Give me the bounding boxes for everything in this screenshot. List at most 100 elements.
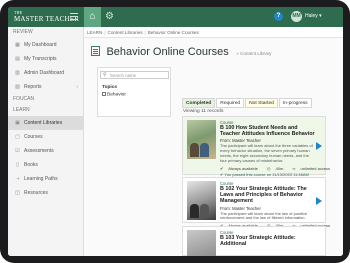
gear-icon[interactable]: ⚙ — [105, 11, 114, 23]
sidebar-item-label: Books — [24, 162, 38, 168]
checkbox[interactable] — [102, 92, 106, 96]
sidebar: REVIEW ▦ My Dashboard ▤ My Transcripts ▥… — [8, 27, 84, 256]
sidebar-item-my-dashboard[interactable]: ▦ My Dashboard — [8, 38, 83, 52]
tab-required[interactable]: Required — [216, 98, 245, 108]
sidebar-item-label: Courses — [24, 134, 43, 140]
sidebar-item-content-libraries[interactable]: ▣ Content Libraries — [8, 116, 83, 130]
sidebar-item-label: Assessments — [24, 148, 54, 154]
breadcrumb-separator: | — [144, 30, 146, 35]
tab-in-progress[interactable]: In-progress — [278, 98, 312, 108]
course-title[interactable]: B 102 Your Strategic Attitude: The Laws … — [220, 186, 316, 205]
page-subtitle-text: Content Library — [240, 51, 272, 56]
sidebar-item-label: Content Libraries — [24, 120, 63, 126]
tablet-frame: THE MASTER TEACHER ⌂ ⚙ ? MM Haley ▾ REVI… — [0, 0, 350, 263]
duration-text: 40m — [275, 165, 284, 171]
access-text: unlimited access — [300, 165, 331, 171]
sidebar-item-courses[interactable]: ▢ Courses — [8, 130, 83, 144]
sidebar-heading-foucan: FOUCAN — [13, 96, 35, 102]
availability-text: Always available — [228, 165, 258, 171]
sidebar-item-label: My Dashboard — [24, 42, 57, 48]
search-placeholder: Search name — [110, 73, 137, 78]
home-icon[interactable]: ⌂ — [84, 7, 101, 27]
thumbnail-figure — [190, 143, 199, 157]
course-author: From: Master Teacher — [220, 205, 261, 211]
library-icon — [91, 46, 100, 56]
dashboard-icon: ▦ — [15, 42, 20, 48]
breadcrumb-separator: | — [104, 30, 106, 35]
course-thumbnail[interactable] — [187, 120, 216, 159]
top-bar: THE MASTER TEACHER ⌂ ⚙ ? MM Haley ▾ — [8, 7, 343, 27]
course-info: Course B 103 Your Strategic Attitude: Ad… — [220, 230, 316, 247]
sidebar-heading-review: REVIEW — [13, 29, 33, 35]
filter-panel: ⚲ Search name Topics Behavior — [97, 67, 171, 117]
thumbnail-figure — [200, 204, 209, 218]
main-content: LEARN | Content Libraries | Behavior Online … — [84, 27, 343, 256]
topic-option-label: Behavior — [107, 92, 126, 98]
breadcrumb-content-libraries[interactable]: Content Libraries — [108, 30, 143, 35]
passed-text: You passed this course on 11/13/2023 11:… — [224, 171, 309, 177]
search-input[interactable]: ⚲ Search name — [100, 71, 169, 79]
clock-icon: ◷ — [266, 165, 271, 171]
course-info: Course B 102 Your Strategic Attitude: Th… — [220, 181, 330, 228]
check-icon: ✔ — [220, 165, 224, 171]
infinity-icon: ∞ — [292, 165, 296, 171]
topic-checkbox-behavior[interactable]: Behavior — [102, 92, 126, 98]
help-icon[interactable]: ? — [274, 12, 283, 21]
menu-icon[interactable] — [70, 13, 78, 20]
user-name-text: Haley — [305, 13, 318, 19]
paths-icon: ⇢ — [15, 176, 20, 182]
record-count: Viewing 11 records — [183, 109, 224, 114]
library-icon: ▣ — [15, 120, 20, 126]
course-card[interactable]: Course B 102 Your Strategic Attitude: Th… — [182, 177, 330, 228]
sidebar-item-reports[interactable]: ▧ Reports › — [8, 80, 83, 94]
page-title: Behavior Online Courses — [106, 46, 229, 58]
course-thumbnail[interactable] — [187, 230, 216, 256]
resources-icon: ◫ — [15, 190, 20, 196]
sidebar-item-label: Learning Paths — [24, 176, 58, 182]
course-info: Course B 100 How Student Needs and Teach… — [220, 120, 330, 177]
assessments-icon: ☑ — [15, 148, 20, 154]
breadcrumb-current: Behavior Online Courses — [147, 30, 199, 35]
sidebar-item-label: Admin Dashboard — [24, 70, 65, 76]
play-icon[interactable] — [316, 142, 322, 150]
sidebar-item-books[interactable]: ▯ Books — [8, 158, 83, 172]
sidebar-item-learning-paths[interactable]: ⇢ Learning Paths — [8, 172, 83, 186]
thumbnail-figure — [200, 143, 209, 157]
books-icon: ▯ — [16, 162, 19, 168]
course-description: The participant will learn about the law… — [220, 210, 308, 221]
course-card[interactable]: Course B 100 How Student Needs and Teach… — [182, 116, 330, 177]
page-header: Behavior Online Courses » Content Librar… — [91, 42, 271, 60]
page-subtitle: » Content Library — [236, 51, 272, 56]
courses-icon: ▢ — [15, 134, 20, 140]
course-thumbnail[interactable] — [187, 181, 216, 220]
course-card[interactable]: Course B 103 Your Strategic Attitude: Ad… — [182, 226, 326, 256]
sidebar-item-label: My Transcripts — [24, 56, 57, 62]
play-icon[interactable] — [316, 197, 322, 205]
sidebar-item-my-transcripts[interactable]: ▤ My Transcripts — [8, 52, 83, 66]
sidebar-item-assessments[interactable]: ☑ Assessments — [8, 144, 83, 158]
sidebar-item-resources[interactable]: ◫ Resources — [8, 186, 83, 200]
sidebar-item-admin-dashboard[interactable]: ▥ Admin Dashboard — [8, 66, 83, 80]
course-meta: ✔ Always available ◷ 40m ∞ unlimited acc… — [220, 165, 330, 171]
search-icon: ⚲ — [103, 72, 107, 78]
sidebar-heading-learn: LEARN — [13, 107, 30, 113]
tab-not-started[interactable]: Not Started — [245, 98, 278, 108]
access: ∞ unlimited access — [292, 166, 334, 171]
avatar[interactable]: MM — [291, 11, 302, 22]
availability: ✔ Always available — [220, 166, 262, 171]
sidebar-item-label: Reports — [24, 84, 42, 90]
user-name[interactable]: Haley ▾ — [305, 13, 322, 19]
thumbnail-figure — [190, 204, 199, 218]
topics-label: Topics — [102, 85, 118, 90]
course-title[interactable]: B 100 How Student Needs and Teacher Atti… — [220, 125, 316, 137]
breadcrumb-learn[interactable]: LEARN — [87, 30, 102, 35]
chevron-right-icon: › — [76, 84, 78, 90]
status-tabs: Completed Required Not Started In-progre… — [182, 98, 313, 108]
sidebar-item-label: Resources — [24, 190, 48, 196]
app-screen: THE MASTER TEACHER ⌂ ⚙ ? MM Haley ▾ REVI… — [8, 7, 343, 256]
reports-icon: ▧ — [15, 84, 20, 90]
breadcrumb: LEARN | Content Libraries | Behavior Online … — [84, 27, 343, 38]
admin-icon: ▥ — [15, 70, 20, 76]
tab-completed[interactable]: Completed — [182, 98, 216, 108]
course-title[interactable]: B 103 Your Strategic Attitude: Additiona… — [220, 235, 316, 247]
